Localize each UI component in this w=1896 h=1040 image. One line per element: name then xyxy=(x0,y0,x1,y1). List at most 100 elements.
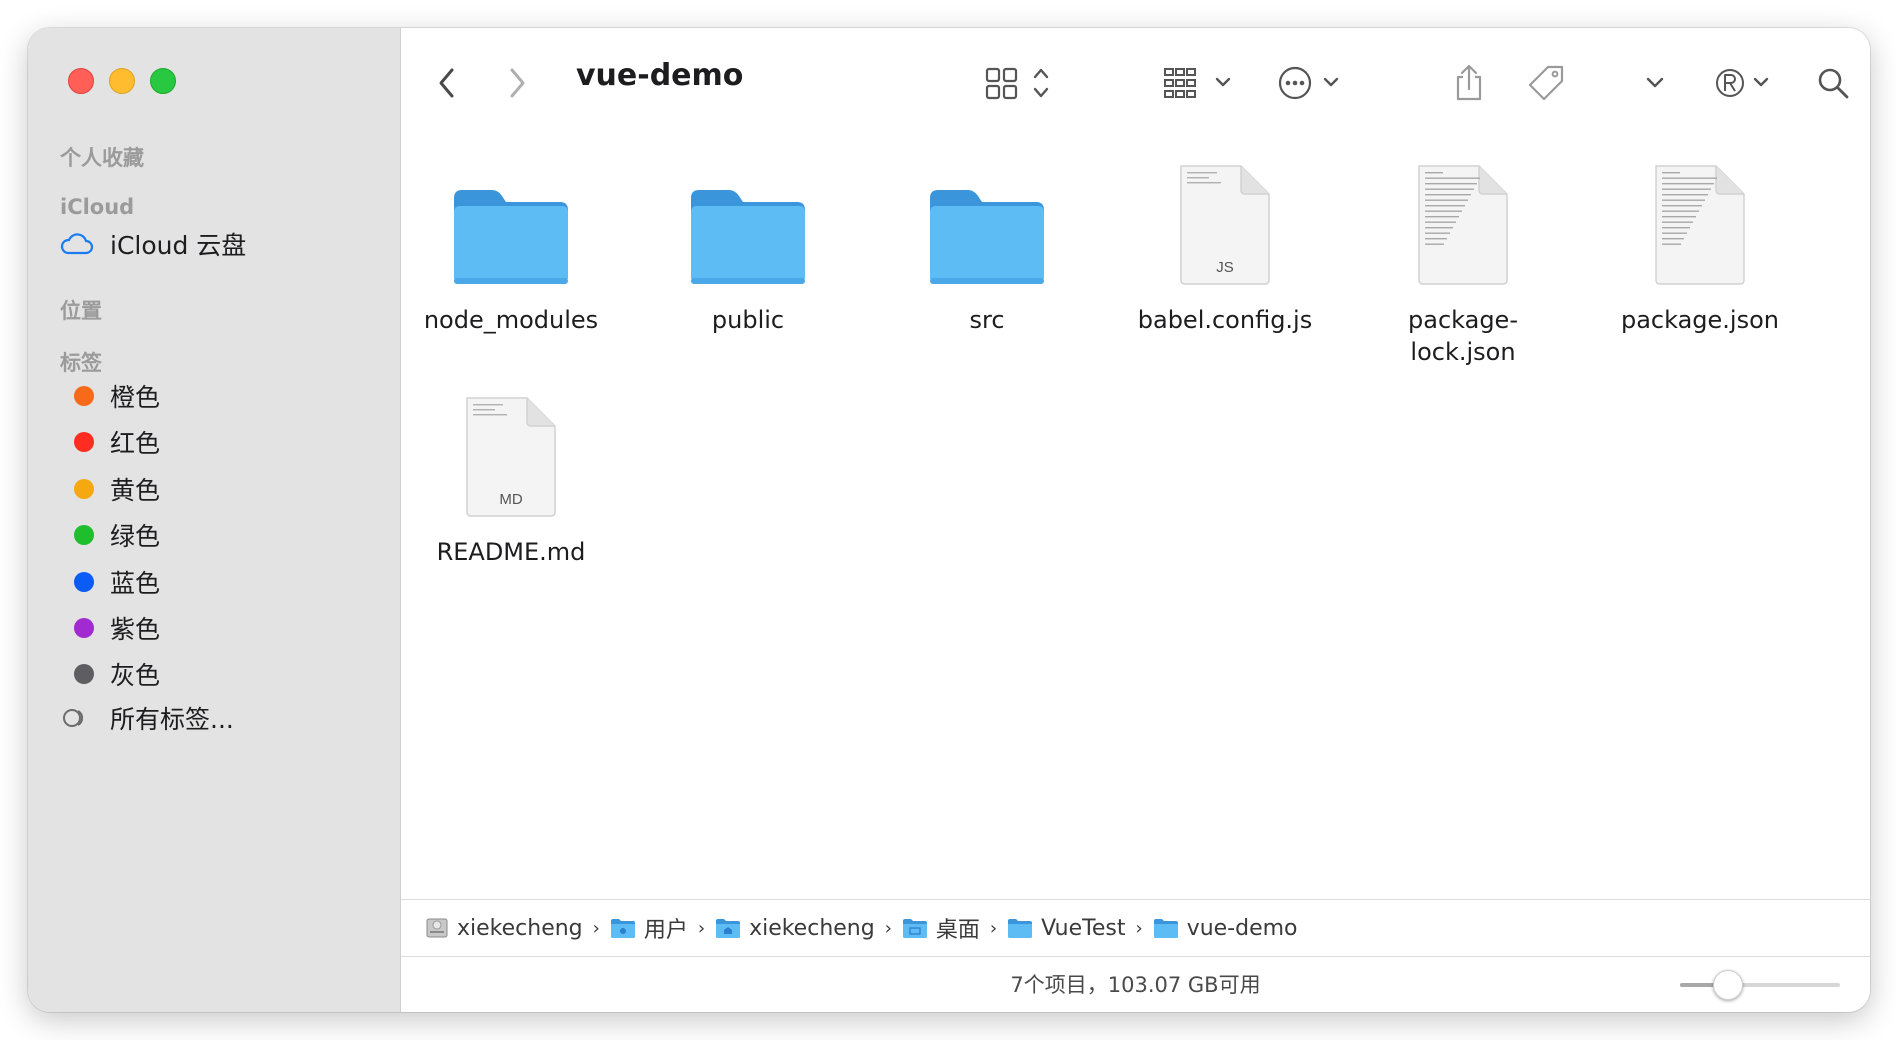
path-crumb-label: VueTest xyxy=(1041,915,1126,941)
sidebar-item-tag[interactable]: 蓝色 xyxy=(60,562,160,602)
window-title: vue-demo xyxy=(576,58,744,93)
ellipsis-circle-icon xyxy=(1278,66,1339,100)
folder-icon xyxy=(638,146,858,286)
hard-drive-icon xyxy=(425,916,449,940)
window-controls xyxy=(68,68,176,94)
view-mode-button[interactable] xyxy=(983,62,1059,104)
path-crumb-label: xiekecheng xyxy=(749,915,875,941)
search-button[interactable] xyxy=(1813,62,1853,104)
path-crumb[interactable]: vue-demo xyxy=(1153,916,1298,941)
sidebar-section-favorites: 个人收藏 xyxy=(60,146,144,170)
path-crumb[interactable]: 用户 xyxy=(610,912,688,944)
sidebar-item-tag[interactable]: 红色 xyxy=(60,422,160,462)
all-tags-icon xyxy=(60,707,98,729)
path-crumb[interactable]: VueTest xyxy=(1007,916,1125,941)
path-crumb-label: 桌面 xyxy=(935,918,980,943)
folder-item[interactable]: public xyxy=(638,146,858,336)
file-name-line: lock.json xyxy=(1410,338,1516,366)
search-icon xyxy=(1818,68,1849,99)
file-item[interactable]: JS babel.config.js xyxy=(1115,146,1335,336)
tag-dot xyxy=(74,618,94,638)
status-text: 7个项目，103.07 GB可用 xyxy=(1010,973,1261,997)
tag-color-dot-icon xyxy=(60,432,98,453)
forward-button[interactable] xyxy=(497,62,537,104)
share-button[interactable] xyxy=(1449,62,1489,104)
folder-item[interactable]: node_modules xyxy=(401,146,621,336)
extension-button[interactable] xyxy=(1713,62,1777,104)
chevron-left-icon xyxy=(439,68,454,98)
folder-icon xyxy=(1153,917,1179,939)
file-name: node_modules xyxy=(423,306,599,334)
chevron-down-icon xyxy=(1646,77,1664,88)
sidebar-item-tag[interactable]: 橙色 xyxy=(60,376,160,416)
file-name: package.json xyxy=(1620,306,1779,334)
sidebar-item-icloud-drive[interactable]: iCloud 云盘 xyxy=(60,224,246,264)
action-menu-button[interactable] xyxy=(1277,62,1349,104)
path-crumb[interactable]: xiekecheng xyxy=(715,916,875,941)
toolbar-overflow-button[interactable] xyxy=(1641,62,1669,104)
tag-color-dot-icon xyxy=(60,618,98,638)
tag-color-dot-icon xyxy=(60,386,98,406)
close-button[interactable] xyxy=(68,68,94,94)
tag-color-dot-icon xyxy=(60,571,98,592)
slider-thumb[interactable] xyxy=(1713,970,1743,1000)
document-icon: MD xyxy=(401,378,621,518)
sidebar-section-tags[interactable]: 标签 xyxy=(60,347,102,377)
toolbar: vue-demo xyxy=(401,28,1870,132)
document-icon xyxy=(1353,146,1573,286)
finder-window: 个人收藏 iCloud iCloud 云盘 位置 标签 橙色红色黄色绿色蓝色紫色… xyxy=(28,28,1870,1012)
file-type-badge: MD xyxy=(499,491,523,508)
file-name: README.md xyxy=(436,538,586,566)
path-crumb[interactable]: xiekecheng xyxy=(425,916,583,941)
file-item[interactable]: package.json xyxy=(1590,146,1810,336)
sidebar-item-tag[interactable]: 黄色 xyxy=(60,469,160,509)
sidebar-item-label: 黄色 xyxy=(110,475,161,505)
tag-dot xyxy=(74,571,94,592)
file-name: public xyxy=(711,306,785,334)
zoom-button[interactable] xyxy=(150,68,176,94)
group-button[interactable] xyxy=(1161,62,1241,104)
sidebar-item-tag[interactable]: 灰色 xyxy=(60,654,160,694)
chevron-right-icon xyxy=(510,68,525,98)
icon-size-slider[interactable] xyxy=(1680,970,1840,1000)
chevron-right-icon: › xyxy=(884,917,892,939)
sidebar-section-icloud[interactable]: iCloud xyxy=(60,195,134,219)
sidebar-section-locations[interactable]: 位置 xyxy=(60,295,102,325)
sidebar-item-label: 红色 xyxy=(110,429,161,459)
status-bar: 7个项目，103.07 GB可用 xyxy=(401,956,1870,1012)
chevron-right-icon: › xyxy=(989,917,998,939)
path-bar: xiekecheng › 用户 › xiekecheng › 桌面 › VueTest › vue-… xyxy=(401,899,1870,957)
tag-button[interactable] xyxy=(1525,62,1567,104)
tag-color-dot-icon xyxy=(60,478,98,499)
tag-dot xyxy=(74,525,94,546)
sidebar: 个人收藏 iCloud iCloud 云盘 位置 标签 橙色红色黄色绿色蓝色紫色… xyxy=(28,28,401,1012)
sidebar-item-tag[interactable]: 绿色 xyxy=(60,515,160,555)
sidebar-item-label: iCloud 云盘 xyxy=(110,231,247,260)
tag-color-dot-icon xyxy=(60,664,98,685)
file-name-line: package- xyxy=(1408,306,1518,334)
tag-dot xyxy=(74,432,94,453)
file-item[interactable]: package-lock.json xyxy=(1353,146,1573,368)
minimize-button[interactable] xyxy=(109,68,135,94)
back-button[interactable] xyxy=(427,62,467,104)
tag-dot xyxy=(74,478,94,499)
sidebar-item-all-tags[interactable]: 所有标签... xyxy=(60,698,234,738)
path-crumb-label: vue-demo xyxy=(1186,915,1298,941)
tag-icon xyxy=(1528,65,1564,101)
users-folder-icon xyxy=(610,917,636,939)
sidebar-item-tag[interactable]: 紫色 xyxy=(60,608,160,648)
path-crumb-label: 用户 xyxy=(643,918,688,943)
document-icon xyxy=(1590,146,1810,286)
folder-item[interactable]: src xyxy=(877,146,1097,336)
folder-icon xyxy=(877,146,1097,286)
file-item[interactable]: MD README.md xyxy=(401,378,621,568)
sidebar-item-label: 紫色 xyxy=(110,615,161,644)
file-name: babel.config.js xyxy=(1137,306,1313,334)
desktop-folder-icon xyxy=(902,917,928,939)
folder-icon xyxy=(1007,917,1033,939)
cloud-icon xyxy=(60,233,98,255)
chevron-right-icon: › xyxy=(592,917,600,939)
sidebar-item-label: 灰色 xyxy=(110,661,161,691)
tag-dot xyxy=(74,386,94,406)
path-crumb[interactable]: 桌面 xyxy=(902,912,980,944)
